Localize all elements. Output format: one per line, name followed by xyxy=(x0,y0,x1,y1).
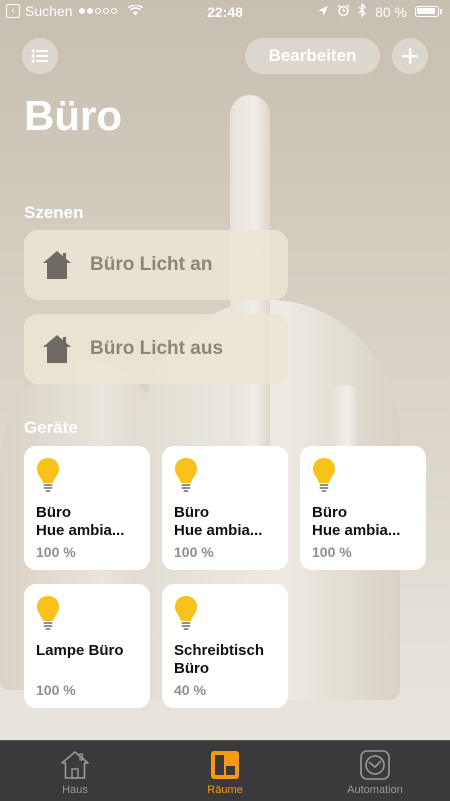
house-icon xyxy=(61,751,89,779)
clock-icon xyxy=(360,750,390,780)
tab-automation[interactable]: Automation xyxy=(300,741,450,801)
device-status: 100 % xyxy=(312,544,352,560)
list-icon xyxy=(31,49,48,63)
light-bulb-icon xyxy=(37,596,59,630)
scene-tile[interactable]: Büro Licht aus xyxy=(24,314,288,384)
battery-icon xyxy=(415,6,439,17)
tab-label: Automation xyxy=(347,784,403,796)
status-bar: ‹ Suchen 22:48 80 % xyxy=(0,0,450,24)
room-list-button[interactable] xyxy=(22,38,58,74)
tab-raeume[interactable]: Räume xyxy=(150,741,300,801)
tab-haus[interactable]: Haus xyxy=(0,741,150,801)
device-status: 40 % xyxy=(174,682,206,698)
edit-button[interactable]: Bearbeiten xyxy=(245,38,380,74)
light-bulb-icon xyxy=(313,458,335,492)
light-bulb-icon xyxy=(37,458,59,492)
scenes-section-title: Szenen xyxy=(24,203,84,222)
device-name: Lampe Büro xyxy=(36,642,124,659)
rooms-icon xyxy=(211,751,239,779)
device-tile[interactable]: Büro Hue ambia... 100 % xyxy=(300,446,426,570)
device-tile[interactable]: Büro Hue ambia... 100 % xyxy=(24,446,150,570)
scene-label: Büro Licht an xyxy=(90,254,213,275)
scene-label: Büro Licht aus xyxy=(90,338,224,359)
tab-label: Haus xyxy=(62,784,88,796)
page-title: Büro xyxy=(24,92,122,139)
light-bulb-icon xyxy=(175,458,197,492)
device-tile[interactable]: Lampe Büro 100 % xyxy=(24,584,150,708)
device-status: 100 % xyxy=(36,682,76,698)
device-name: Büro Hue ambia... xyxy=(36,504,125,539)
alarm-icon xyxy=(337,4,350,20)
device-status: 100 % xyxy=(36,544,76,560)
battery-tip xyxy=(440,9,442,14)
plus-icon xyxy=(402,48,418,64)
device-name: Schreibtisch Büro xyxy=(174,642,265,677)
scene-tile[interactable]: Büro Licht an xyxy=(24,230,288,300)
device-name: Büro Hue ambia... xyxy=(312,504,401,539)
device-status: 100 % xyxy=(174,544,214,560)
battery-percent: 80 % xyxy=(375,3,407,20)
house-icon xyxy=(43,335,71,363)
device-tile[interactable]: Büro Hue ambia... 100 % xyxy=(162,446,288,570)
bluetooth-icon xyxy=(358,2,367,20)
house-icon xyxy=(43,251,71,279)
tab-label: Räume xyxy=(207,784,243,796)
device-tile[interactable]: Schreibtisch Büro 40 % xyxy=(162,584,288,708)
location-icon xyxy=(317,4,329,20)
device-name: Büro Hue ambia... xyxy=(174,504,263,539)
devices-section-title: Geräte xyxy=(24,418,78,437)
light-bulb-icon xyxy=(175,596,197,630)
add-button[interactable] xyxy=(392,38,428,74)
tab-bar: Haus Räume Automation xyxy=(0,740,450,801)
